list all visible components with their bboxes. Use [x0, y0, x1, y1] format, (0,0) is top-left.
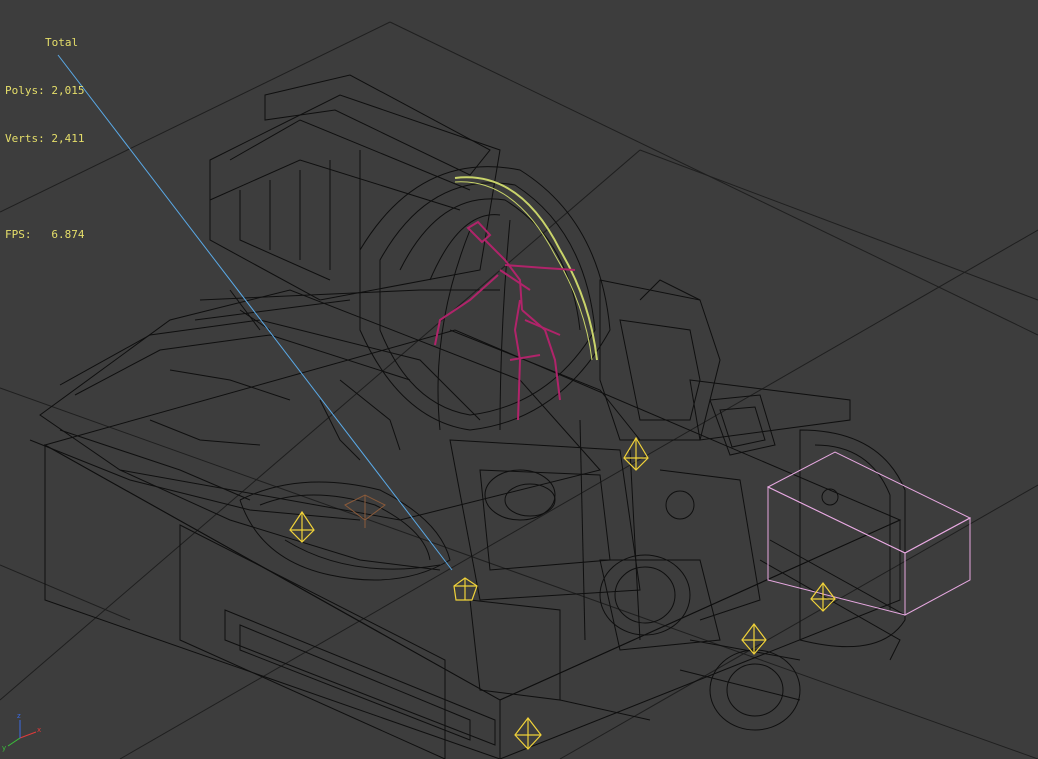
stats-fps: FPS: 6.874 [5, 227, 85, 243]
x-axis-label: x [37, 726, 41, 734]
fps-label: FPS: [5, 228, 32, 241]
x-axis-line [19, 731, 37, 739]
polys-value: 2,015 [51, 84, 85, 97]
stats-spacer [5, 179, 85, 195]
fps-value: 6.874 [51, 228, 85, 241]
z-axis-label: z [17, 712, 21, 720]
stats-total-label: Total [45, 36, 79, 49]
verts-label: Verts: [5, 132, 45, 145]
helper-points[interactable] [289, 436, 836, 750]
verts-value: 2,411 [51, 132, 85, 145]
axis-tripod-gizmo: x y z [2, 712, 41, 752]
polys-label: Polys: [5, 84, 45, 97]
stats-verts: Verts: 2,411 [5, 131, 85, 147]
wireframe-scene[interactable] [0, 0, 1038, 759]
y-axis-label: y [2, 744, 6, 752]
helper-point[interactable] [453, 577, 478, 601]
helper-point[interactable] [289, 510, 315, 543]
helper-point[interactable] [741, 623, 767, 655]
perspective-viewport[interactable]: Total Polys: 2,015 Verts: 2,411 FPS: 6.8… [0, 0, 1038, 759]
camera-target-line[interactable] [57, 54, 453, 571]
biped-skeleton[interactable] [434, 220, 576, 421]
helper-point[interactable] [810, 582, 836, 612]
y-axis-line [7, 737, 21, 747]
viewport-statistics: Total Polys: 2,015 Verts: 2,411 FPS: 6.8… [5, 3, 85, 275]
helper-point[interactable] [623, 436, 649, 471]
stats-polys: Polys: 2,015 [5, 83, 85, 99]
